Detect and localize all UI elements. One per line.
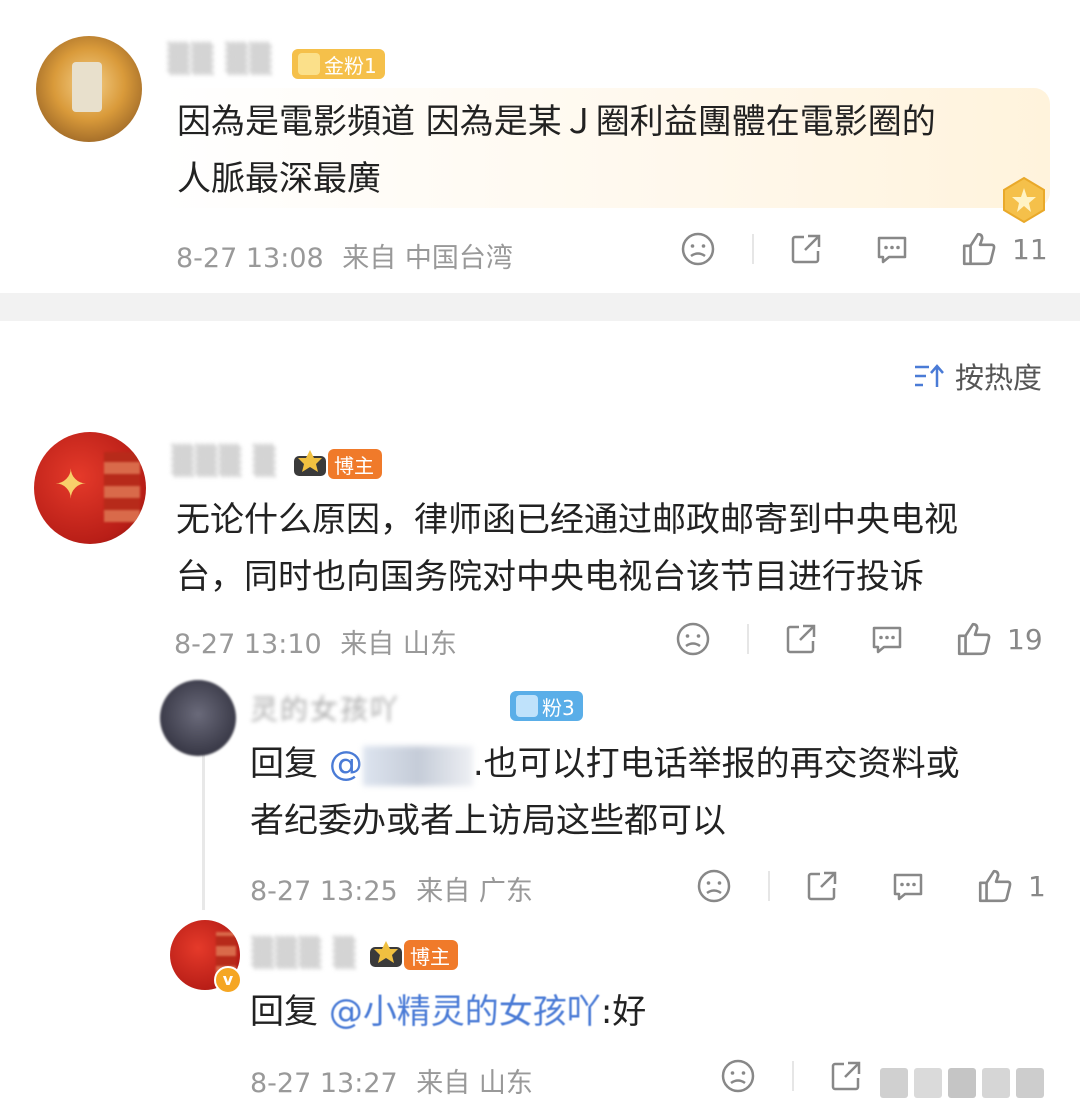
comment-line: 人脈最深最廣 [177, 159, 381, 199]
reply-button[interactable] [869, 621, 905, 657]
divider [752, 234, 754, 264]
user-name[interactable]: 灵的女孩吖 [250, 688, 400, 728]
reply-line: 回复 @小精灵的女孩吖:好 [250, 992, 647, 1032]
thumbs-up-icon [962, 232, 996, 266]
reply-text: 回复 @小精灵的女孩吖:好 [250, 984, 646, 1041]
like-button[interactable]: 11 [960, 230, 1048, 268]
fan-level-icon [516, 695, 538, 717]
reply-thread-line [202, 740, 205, 910]
comment-time: 8-27 13:10 [174, 629, 322, 660]
reply-location: 来自 广东 [416, 876, 533, 907]
reply-line: 回复 @ .也可以打电话举报的再交资料或 [250, 744, 960, 786]
comment-bubble-icon [872, 626, 902, 654]
comment-meta: 8-27 13:08 来自 中国台湾 [176, 236, 513, 275]
sad-face-icon [681, 232, 715, 266]
reply-location: 来自 山东 [416, 1068, 533, 1099]
reply-text: 回复 @ .也可以打电话举报的再交资料或 者纪委办或者上访局这些都可以 [250, 736, 960, 850]
dislike-button[interactable] [675, 621, 711, 657]
share-button[interactable] [828, 1058, 864, 1094]
like-count: 1 [1028, 869, 1046, 903]
share-icon [791, 234, 821, 264]
comment-time: 8-27 13:08 [176, 243, 324, 274]
comment-location: 来自 中国台湾 [342, 243, 513, 274]
fan-level-badge: 金粉1 [292, 49, 385, 79]
comment-location: 来自 山东 [340, 629, 457, 660]
verified-crown-icon [368, 939, 404, 969]
share-icon [786, 624, 816, 654]
comment-actions: 11 [680, 230, 1048, 268]
reply-actions [720, 1058, 864, 1094]
comment-bubble-icon [893, 873, 923, 901]
blurred-name [362, 745, 473, 786]
like-count: 19 [1007, 622, 1043, 656]
user-name[interactable]: ▒▒▒ ▒ [172, 444, 277, 477]
share-icon [831, 1061, 861, 1091]
reply-time: 8-27 13:25 [250, 876, 398, 907]
reply-meta: 8-27 13:27 来自 山东 [250, 1061, 533, 1100]
user-name[interactable]: ▒▒ ▒▒ [168, 42, 273, 75]
sort-icon [914, 364, 944, 387]
fan-level-badge: 粉3 [510, 691, 583, 721]
comment-line: 因為是電影頻道 因為是某Ｊ圈利益團體在電影圈的 [177, 102, 936, 142]
dislike-button[interactable] [720, 1058, 756, 1094]
share-button[interactable] [783, 621, 819, 657]
comment-line: 台，同时也向国务院对中央电视台该节目进行投诉 [176, 557, 924, 597]
sort-label: 按热度 [954, 361, 1042, 395]
share-button[interactable] [804, 868, 840, 904]
comment-text: 因為是電影頻道 因為是某Ｊ圈利益團體在電影圈的 人脈最深最廣 [177, 94, 936, 208]
avatar[interactable] [36, 36, 142, 142]
divider [747, 624, 749, 654]
thumbs-up-icon [957, 622, 991, 656]
blogger-badge: 博主 [404, 940, 458, 970]
like-button[interactable]: 19 [955, 620, 1043, 658]
share-button[interactable] [788, 231, 824, 267]
fan-level-icon [298, 53, 320, 75]
blogger-badge: 博主 [328, 449, 382, 479]
share-icon [807, 871, 837, 901]
reply-button[interactable] [874, 231, 910, 267]
thumbs-up-icon [978, 869, 1012, 903]
divider [792, 1061, 794, 1091]
sad-face-icon [676, 622, 710, 656]
reply-meta: 8-27 13:25 来自 广东 [250, 869, 533, 908]
like-count: 11 [1012, 232, 1048, 266]
sad-face-icon [697, 869, 731, 903]
avatar[interactable] [160, 680, 236, 756]
reply-actions: 1 [696, 867, 1046, 905]
section-divider [0, 293, 1080, 321]
comment-line: 无论什么原因，律师函已经通过邮政邮寄到中央电视 [176, 500, 958, 540]
sad-face-icon [721, 1059, 755, 1093]
divider [768, 871, 770, 901]
gold-fan-medal-icon [1000, 176, 1048, 224]
reply-time: 8-27 13:27 [250, 1068, 398, 1099]
comment-meta: 8-27 13:10 来自 山东 [174, 622, 457, 661]
mention-link[interactable]: @小精灵的女孩吖 [329, 992, 601, 1032]
comment-bubble-icon [877, 236, 907, 264]
reply-line: 者纪委办或者上访局这些都可以 [250, 801, 726, 841]
comment-actions: 19 [675, 620, 1043, 658]
like-button[interactable]: 1 [976, 867, 1046, 905]
mention-link[interactable]: @ [329, 744, 363, 784]
dislike-button[interactable] [680, 231, 716, 267]
user-name[interactable]: ▒▒▒ ▒ [252, 936, 357, 969]
reply-button[interactable] [890, 868, 926, 904]
verified-crown-icon [292, 448, 328, 478]
sort-toggle[interactable]: 按热度 [913, 355, 1042, 397]
avatar[interactable]: ✦ [34, 432, 146, 544]
dislike-button[interactable] [696, 868, 732, 904]
watermark [880, 1058, 1060, 1098]
comment-text: 无论什么原因，律师函已经通过邮政邮寄到中央电视 台，同时也向国务院对中央电视台该… [176, 492, 958, 606]
verified-v-icon: v [214, 966, 242, 994]
